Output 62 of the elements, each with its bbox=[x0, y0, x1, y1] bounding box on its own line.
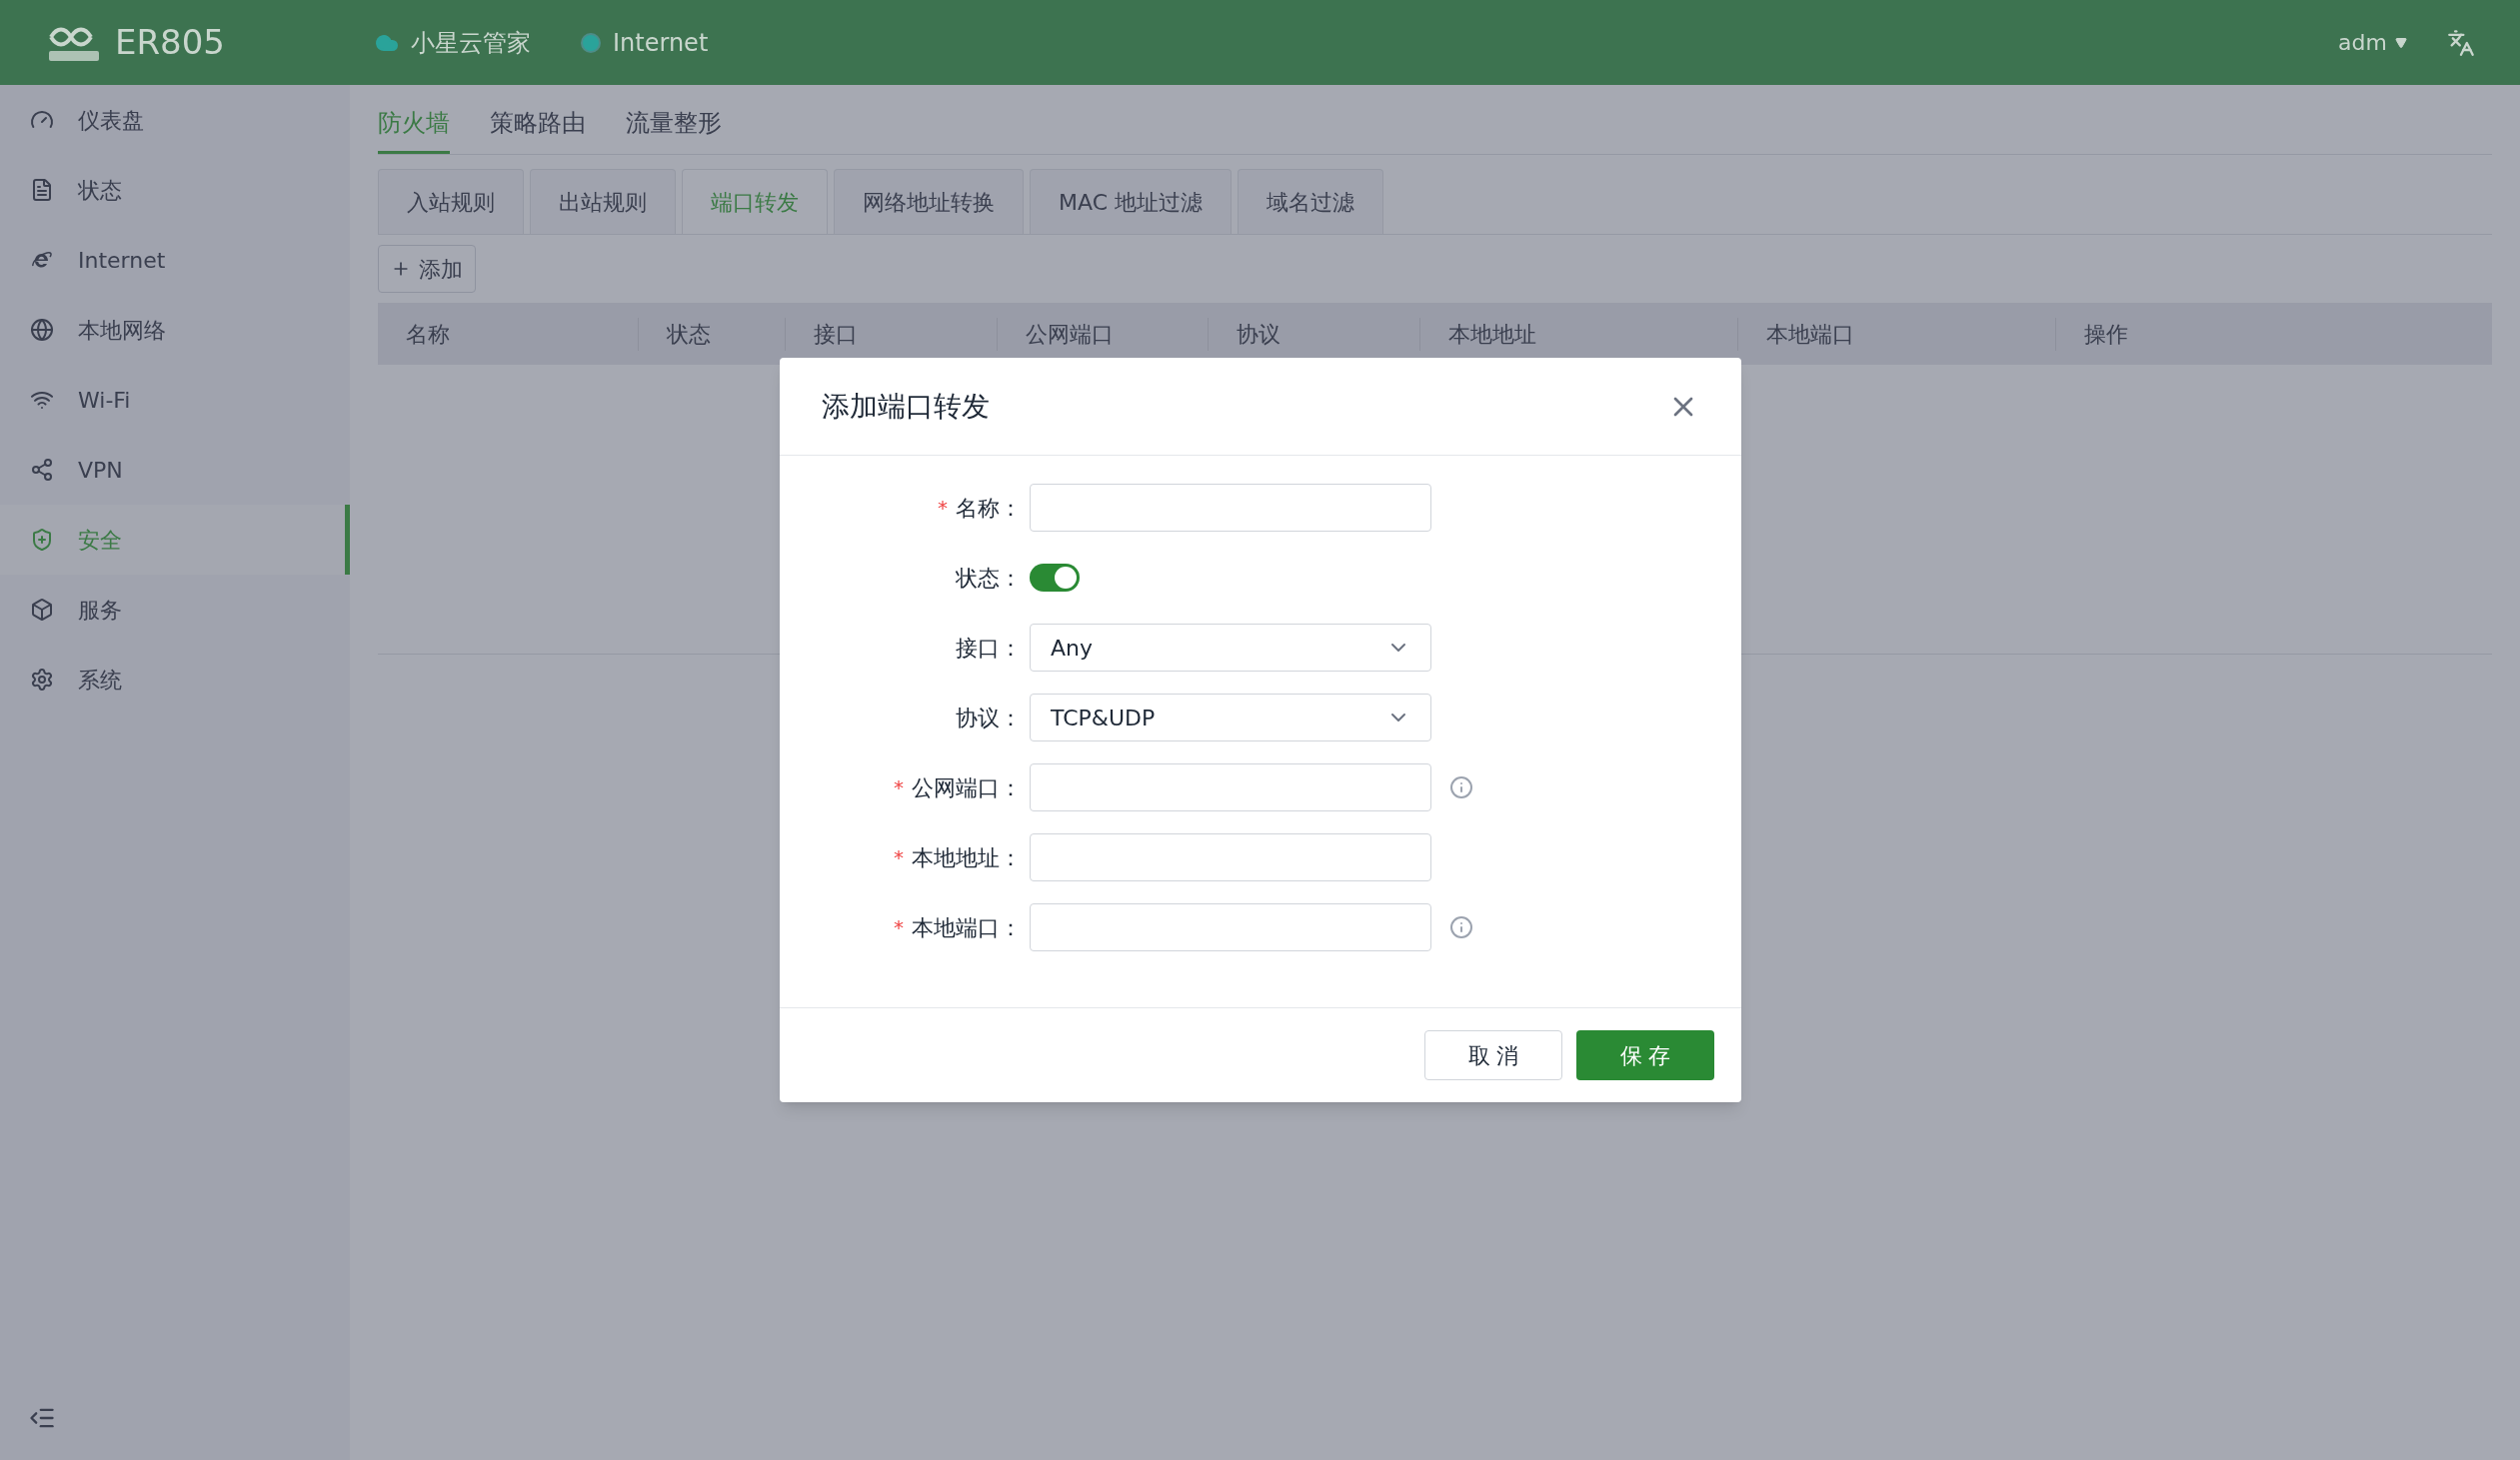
column-header: 接口 bbox=[814, 321, 858, 347]
column-header: 名称 bbox=[406, 321, 450, 347]
nodes-icon bbox=[30, 458, 54, 482]
settings-icon bbox=[30, 668, 54, 692]
sub-tab[interactable]: 出站规则 bbox=[530, 169, 676, 234]
cube-icon bbox=[30, 598, 54, 622]
input-field[interactable] bbox=[1030, 903, 1431, 951]
sub-tab[interactable]: 入站规则 bbox=[378, 169, 524, 234]
select-field[interactable]: Any bbox=[1030, 624, 1431, 672]
sidebar-item[interactable]: 仪表盘 bbox=[0, 85, 350, 155]
cancel-button[interactable]: 取 消 bbox=[1424, 1030, 1562, 1080]
sidebar-item[interactable]: 本地网络 bbox=[0, 295, 350, 365]
column-header: 本地端口 bbox=[1766, 321, 1854, 347]
sidebar-item[interactable]: Internet bbox=[0, 225, 350, 295]
tab[interactable]: 策略路由 bbox=[490, 105, 586, 154]
required-mark: * bbox=[894, 774, 904, 801]
sidebar-item[interactable]: 状态 bbox=[0, 155, 350, 225]
column-header: 协议 bbox=[1237, 321, 1280, 347]
document-icon bbox=[30, 178, 54, 202]
sidebar-item[interactable]: 服务 bbox=[0, 575, 350, 645]
tab[interactable]: 流量整形 bbox=[626, 105, 722, 154]
globe-icon bbox=[30, 318, 54, 342]
sub-tab[interactable]: MAC 地址过滤 bbox=[1030, 169, 1232, 234]
tab[interactable]: 防火墙 bbox=[378, 105, 450, 154]
field-label: 协议： bbox=[956, 704, 1022, 732]
save-button[interactable]: 保 存 bbox=[1576, 1030, 1714, 1080]
field-label: 名称： bbox=[956, 494, 1022, 523]
field-label: 本地地址： bbox=[912, 843, 1022, 872]
field-label: 公网端口： bbox=[912, 773, 1022, 802]
field-label: 状态： bbox=[956, 564, 1022, 593]
select-field[interactable]: TCP&UDP bbox=[1030, 694, 1431, 741]
info-icon[interactable] bbox=[1449, 915, 1473, 939]
column-header: 操作 bbox=[2084, 321, 2128, 347]
column-header: 公网端口 bbox=[1026, 321, 1114, 347]
add-button[interactable]: 添加 bbox=[378, 245, 476, 293]
required-mark: * bbox=[938, 495, 948, 522]
user-menu[interactable]: adm bbox=[2338, 26, 2407, 59]
status-switch[interactable] bbox=[1030, 564, 1080, 592]
sub-tab[interactable]: 网络地址转换 bbox=[834, 169, 1024, 234]
column-header: 状态 bbox=[667, 321, 711, 347]
header-link[interactable]: 小星云管家 bbox=[375, 24, 531, 61]
translate-icon[interactable] bbox=[2447, 28, 2475, 57]
required-mark: * bbox=[894, 844, 904, 871]
info-icon[interactable] bbox=[1449, 775, 1473, 799]
sub-tab[interactable]: 端口转发 bbox=[682, 169, 828, 234]
product-name: ER805 bbox=[115, 21, 225, 64]
field-label: 接口： bbox=[956, 634, 1022, 663]
column-header: 本地地址 bbox=[1448, 321, 1536, 347]
caret-icon bbox=[2395, 36, 2407, 49]
input-field[interactable] bbox=[1030, 763, 1431, 811]
sub-tab[interactable]: 域名过滤 bbox=[1238, 169, 1383, 234]
field-label: 本地端口： bbox=[912, 913, 1022, 942]
shield-icon bbox=[30, 528, 54, 552]
sidebar-item[interactable]: Wi-Fi bbox=[0, 365, 350, 435]
sidebar-item[interactable]: VPN bbox=[0, 435, 350, 505]
input-field[interactable] bbox=[1030, 833, 1431, 881]
required-mark: * bbox=[894, 914, 904, 941]
sidebar-item[interactable]: 安全 bbox=[0, 505, 350, 575]
header-link[interactable]: Internet bbox=[581, 24, 709, 61]
dialog-title: 添加端口转发 bbox=[822, 388, 990, 425]
input-field[interactable] bbox=[1030, 484, 1431, 532]
sidebar-item[interactable]: 系统 bbox=[0, 645, 350, 715]
